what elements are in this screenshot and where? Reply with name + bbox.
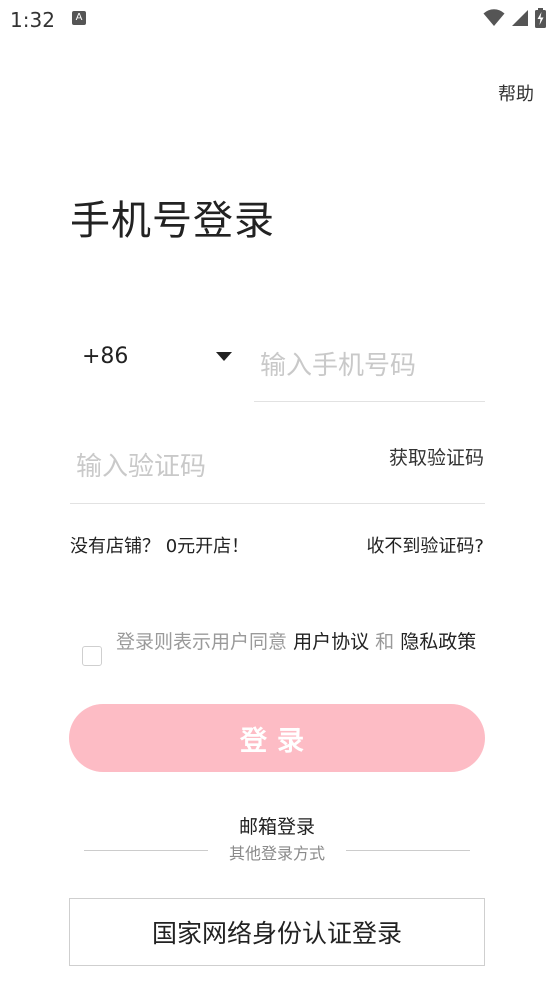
get-code-button[interactable]: 获取验证码 [389,443,484,470]
open-store-link[interactable]: 没有店铺？ 0元开店！ [70,532,249,558]
verification-code-input[interactable] [70,430,370,504]
login-button[interactable]: 登录 [69,704,485,772]
email-login-link[interactable]: 邮箱登录 [0,812,554,839]
help-link[interactable]: 帮助 [498,80,534,106]
agreement-prefix: 登录则表示用户同意 [116,631,288,653]
privacy-policy-link[interactable]: 隐私政策 [400,631,476,653]
code-input-divider [70,503,485,504]
no-code-help-link[interactable]: 收不到验证码? [366,532,484,558]
other-login-methods-label: 其他登录方式 [228,844,325,863]
battery-charging-icon [535,8,546,28]
country-code-selector[interactable]: +86 [82,338,232,374]
agreement-checkbox[interactable] [82,646,102,666]
status-time: 1:32 [10,8,55,32]
phone-number-input[interactable] [254,330,485,402]
cellular-signal-icon [512,10,528,26]
wifi-icon [483,9,505,26]
agreement-and: 和 [375,631,395,653]
caret-down-icon [216,351,232,361]
page-title: 手机号登录 [70,198,275,244]
country-code-value: +86 [82,343,129,369]
national-id-login-button[interactable]: 国家网络身份认证登录 [69,898,485,966]
notification-app-icon: A [72,11,86,25]
agreement-text: 登录则表示用户同意 用户协议 和 隐私政策 [116,628,488,657]
divider-right [346,850,470,851]
status-icons [483,6,546,30]
user-agreement-link[interactable]: 用户协议 [293,631,369,653]
